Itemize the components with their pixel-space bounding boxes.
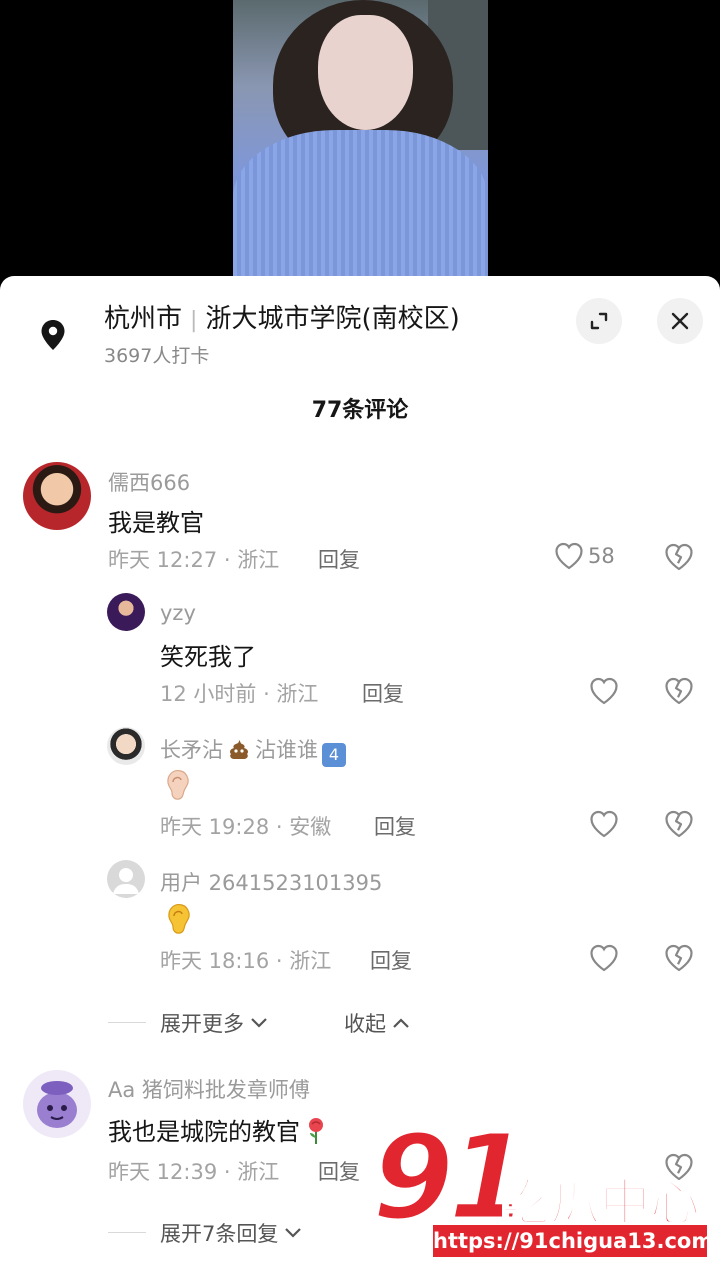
poop-emoji-icon: [230, 740, 248, 759]
comment-text-content: 我也是城院的教官: [108, 1118, 300, 1146]
heart-icon: [590, 944, 618, 972]
like-button[interactable]: [589, 677, 619, 709]
expand-button[interactable]: [576, 298, 622, 344]
like-button[interactable]: [589, 810, 619, 842]
comment-meta: 12 小时前 · 浙江: [160, 682, 319, 706]
broken-heart-icon: [665, 543, 693, 571]
chevron-down-icon: [251, 1018, 267, 1028]
dislike-button[interactable]: [664, 543, 694, 575]
comments-sheet: 杭州市 | 浙大城市学院(南校区) 3697人打卡 77条评论 儒西666 我是教官…: [0, 276, 720, 1280]
comment-username[interactable]: 长矛沾 沾谁谁 4: [160, 734, 346, 767]
checkin-count: 3697人打卡: [104, 345, 210, 367]
reply-button[interactable]: 回复: [318, 1156, 360, 1186]
like-button[interactable]: [589, 944, 619, 976]
expand-more-label: 展开更多: [160, 1012, 244, 1036]
comment-text: 笑死我了: [160, 643, 256, 671]
video-shirt: [233, 130, 488, 290]
broken-heart-icon: [665, 944, 693, 972]
location-pin-icon: [30, 312, 76, 358]
purple-cartoon-avatar-icon: [37, 1081, 77, 1128]
video-thumbnail[interactable]: [233, 0, 488, 290]
comment-username[interactable]: yzy: [160, 601, 196, 625]
avatar[interactable]: [107, 727, 145, 765]
rose-emoji-icon: [309, 1118, 323, 1144]
like-count: 58: [588, 544, 615, 568]
ear-icon: [168, 904, 190, 934]
divider-line: [108, 1232, 146, 1233]
comment-meta: 昨天 18:16 · 浙江: [160, 949, 332, 973]
reply-button[interactable]: 回复: [374, 811, 416, 841]
title-separator: |: [190, 308, 198, 333]
dislike-button[interactable]: [664, 677, 694, 709]
ear-icon: [167, 770, 189, 800]
comment-username[interactable]: Aa 猪饲料批发章师傅: [108, 1074, 310, 1104]
default-avatar-icon: [113, 868, 139, 894]
heart-icon: [590, 677, 618, 705]
avatar[interactable]: [23, 1070, 91, 1138]
expand-more-button[interactable]: 展开更多: [160, 1008, 268, 1038]
comment-text: 我是教官: [108, 509, 204, 537]
avatar[interactable]: [23, 462, 91, 530]
expand-icon: [590, 312, 608, 330]
broken-heart-icon: [665, 677, 693, 705]
heart-icon: [590, 810, 618, 838]
avatar[interactable]: [107, 860, 145, 898]
location-city: 杭州市: [104, 304, 183, 334]
comment-meta: 昨天 12:39 · 浙江: [108, 1160, 280, 1184]
dislike-button[interactable]: [664, 810, 694, 842]
like-button[interactable]: 58: [554, 542, 615, 570]
chevron-up-icon: [393, 1018, 409, 1028]
divider-line: [108, 1022, 146, 1023]
username-part: 长矛沾: [160, 738, 223, 762]
close-icon: [671, 312, 689, 330]
expand-replies-label: 展开7条回复: [160, 1222, 279, 1246]
location-place: 浙大城市学院(南校区): [205, 304, 460, 334]
reply-button[interactable]: 回复: [370, 945, 412, 975]
chevron-down-icon: [285, 1228, 302, 1238]
comment-count: 77条评论: [311, 398, 409, 423]
close-button[interactable]: [657, 298, 703, 344]
comment-meta: 昨天 19:28 · 安徽: [160, 815, 332, 839]
comment-username[interactable]: 儒西666: [108, 467, 190, 497]
level-badge: 4: [322, 743, 346, 767]
reply-button[interactable]: 回复: [318, 544, 360, 574]
dislike-button[interactable]: [664, 944, 694, 976]
comment-username[interactable]: 用户 2641523101395: [160, 867, 382, 897]
comment-text: 我也是城院的教官: [108, 1112, 328, 1147]
reply-button[interactable]: 回复: [362, 678, 404, 708]
comment-meta: 昨天 12:27 · 浙江: [108, 548, 280, 572]
broken-heart-icon: [665, 810, 693, 838]
expand-replies-button[interactable]: 展开7条回复: [160, 1218, 302, 1248]
location-title[interactable]: 杭州市 | 浙大城市学院(南校区): [104, 298, 460, 335]
username-part: 沾谁谁: [255, 738, 318, 762]
watermark-url: https://91chigua13.com: [430, 1222, 713, 1260]
avatar[interactable]: [107, 593, 145, 631]
video-face: [318, 15, 413, 130]
collapse-button[interactable]: 收起: [344, 1008, 410, 1038]
heart-icon: [555, 542, 583, 570]
collapse-label: 收起: [344, 1012, 386, 1036]
